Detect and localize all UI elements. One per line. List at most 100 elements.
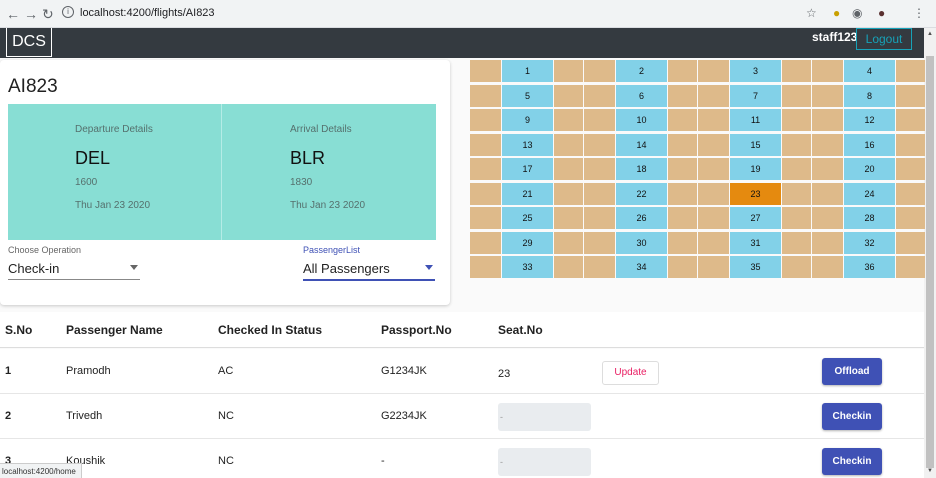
extension-shield-icon[interactable]: ◉ <box>852 6 862 20</box>
seat-aisle-left <box>812 85 843 107</box>
seat-3[interactable]: 3 <box>730 60 781 82</box>
brand-logo[interactable]: DCS <box>6 28 52 57</box>
seat-20[interactable]: 20 <box>844 158 895 180</box>
reload-icon[interactable]: ↻ <box>42 6 54 22</box>
seat-34[interactable]: 34 <box>616 256 667 278</box>
seat-block: 13 <box>470 134 583 156</box>
seat-aisle-right <box>668 60 697 82</box>
browser-status-bar: localhost:4200/home <box>0 463 82 478</box>
seat-17[interactable]: 17 <box>502 158 553 180</box>
select-underline <box>303 279 435 281</box>
seat-aisle-left <box>698 183 729 205</box>
seat-21[interactable]: 21 <box>502 183 553 205</box>
seat-23[interactable]: 23 <box>730 183 781 205</box>
logout-button[interactable]: Logout <box>856 28 912 50</box>
seat-18[interactable]: 18 <box>616 158 667 180</box>
seat-aisle-right <box>668 207 697 229</box>
seat-8[interactable]: 8 <box>844 85 895 107</box>
seat-block: 12 <box>812 109 925 131</box>
seat-aisle-left <box>584 60 615 82</box>
seat-number-input[interactable]: - <box>498 403 591 431</box>
seat-aisle-right <box>896 183 925 205</box>
seat-14[interactable]: 14 <box>616 134 667 156</box>
scroll-down-icon[interactable]: ▼ <box>926 468 934 474</box>
seat-aisle-left <box>584 85 615 107</box>
seat-22[interactable]: 22 <box>616 183 667 205</box>
back-arrow-icon[interactable]: ← <box>6 6 20 22</box>
seat-10[interactable]: 10 <box>616 109 667 131</box>
cell-sno: 2 <box>5 410 12 422</box>
update-button[interactable]: Update <box>602 361 659 385</box>
app-toolbar: DCS staff123 Logout <box>0 28 924 58</box>
seat-block: 3 <box>698 60 811 82</box>
address-bar[interactable]: localhost:4200/flights/AI823 <box>80 7 215 19</box>
offload-button[interactable]: Offload <box>822 358 882 385</box>
seat-12[interactable]: 12 <box>844 109 895 131</box>
header-passport-no: Passport.No <box>381 323 452 337</box>
checkin-button[interactable]: Checkin <box>822 403 882 430</box>
seat-30[interactable]: 30 <box>616 232 667 254</box>
seat-33[interactable]: 33 <box>502 256 553 278</box>
seat-aisle-right <box>896 158 925 180</box>
seat-block: 24 <box>812 183 925 205</box>
seat-map: 1 2 3 4 5 6 7 8 9 10 11 12 13 14 15 16 17 18 19 20 21 22 23 24 2… <box>470 60 925 299</box>
seat-36[interactable]: 36 <box>844 256 895 278</box>
profile-avatar-icon[interactable]: ● <box>878 6 885 20</box>
seat-24[interactable]: 24 <box>844 183 895 205</box>
seat-aisle-left <box>584 134 615 156</box>
select-underline <box>8 279 140 280</box>
seat-9[interactable]: 9 <box>502 109 553 131</box>
seat-aisle-right <box>782 183 811 205</box>
page-scrollbar[interactable]: ▲ ▼ <box>924 28 936 478</box>
seat-aisle-right <box>896 232 925 254</box>
seat-number-input[interactable]: - <box>498 448 591 476</box>
seat-19[interactable]: 19 <box>730 158 781 180</box>
seat-31[interactable]: 31 <box>730 232 781 254</box>
checkin-button[interactable]: Checkin <box>822 448 882 475</box>
kebab-menu-icon[interactable]: ⋮ <box>913 6 925 20</box>
cell-checked-in-status: AC <box>218 365 234 377</box>
seat-aisle-right <box>782 60 811 82</box>
seat-aisle-right <box>896 60 925 82</box>
cell-checked-in-status: NC <box>218 410 234 422</box>
seat-aisle-left <box>698 134 729 156</box>
seat-aisle-left <box>470 85 501 107</box>
seat-27[interactable]: 27 <box>730 207 781 229</box>
forward-arrow-icon[interactable]: → <box>24 6 38 22</box>
seat-4[interactable]: 4 <box>844 60 895 82</box>
seat-block: 14 <box>584 134 697 156</box>
seat-25[interactable]: 25 <box>502 207 553 229</box>
arrival-label: Arrival Details <box>290 124 352 135</box>
seat-13[interactable]: 13 <box>502 134 553 156</box>
seat-29[interactable]: 29 <box>502 232 553 254</box>
seat-15[interactable]: 15 <box>730 134 781 156</box>
seat-11[interactable]: 11 <box>730 109 781 131</box>
cell-checked-in-status: NC <box>218 455 234 467</box>
seat-35[interactable]: 35 <box>730 256 781 278</box>
seat-aisle-left <box>470 60 501 82</box>
seat-16[interactable]: 16 <box>844 134 895 156</box>
seat-aisle-right <box>554 85 583 107</box>
scroll-up-icon[interactable]: ▲ <box>926 31 934 37</box>
seat-block: 9 <box>470 109 583 131</box>
seat-7[interactable]: 7 <box>730 85 781 107</box>
table-row: 3 Koushik NC - - Checkin <box>0 439 924 478</box>
scrollbar-thumb[interactable] <box>926 56 934 468</box>
seat-1[interactable]: 1 <box>502 60 553 82</box>
seat-2[interactable]: 2 <box>616 60 667 82</box>
seat-5[interactable]: 5 <box>502 85 553 107</box>
departure-label: Departure Details <box>75 124 153 135</box>
seat-block: 16 <box>812 134 925 156</box>
star-icon[interactable]: ☆ <box>806 6 817 20</box>
seat-28[interactable]: 28 <box>844 207 895 229</box>
seat-aisle-left <box>698 109 729 131</box>
seat-aisle-right <box>554 207 583 229</box>
seat-aisle-right <box>668 85 697 107</box>
seat-32[interactable]: 32 <box>844 232 895 254</box>
seat-row: 33 34 35 36 <box>470 256 925 278</box>
site-info-icon[interactable]: i <box>62 6 74 18</box>
seat-block: 25 <box>470 207 583 229</box>
seat-6[interactable]: 6 <box>616 85 667 107</box>
extension-icon[interactable]: ● <box>833 6 840 20</box>
seat-26[interactable]: 26 <box>616 207 667 229</box>
